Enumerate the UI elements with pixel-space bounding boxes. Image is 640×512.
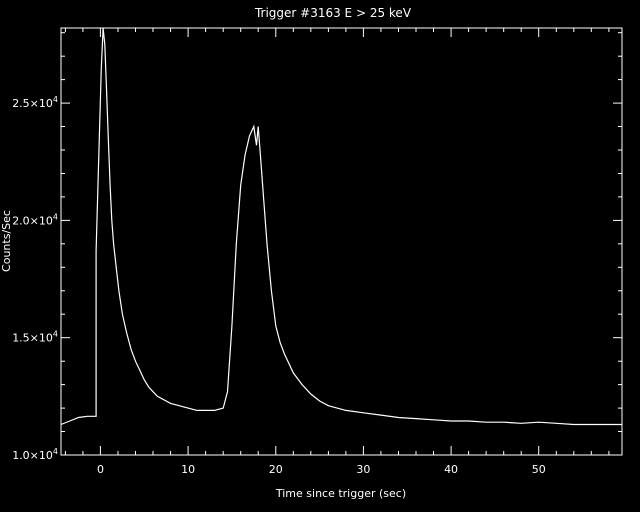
chart-title: Trigger #3163 E > 25 keV [254,6,412,20]
y-tick-label: 1.0×104 [12,447,58,462]
y-tick-label: 2.5×104 [12,95,58,110]
x-tick-label: 0 [97,463,104,476]
y-axis-label: Counts/Sec [0,210,13,272]
x-axis: 0 10 20 30 40 50 [64,28,610,476]
x-tick-label: 20 [269,463,283,476]
y-axis: 1.0×104 1.5×104 2.0×104 2.5×104 [12,32,622,462]
x-axis-label: Time since trigger (sec) [275,487,406,500]
x-tick-label: 30 [356,463,370,476]
count-rate-series [60,27,622,426]
y-tick-label: 2.0×104 [12,212,58,227]
light-curve-chart: Trigger #3163 E > 25 keV 0 10 20 30 40 50 1.0… [0,6,623,500]
x-tick-label: 40 [444,463,458,476]
plot-frame [60,27,623,456]
x-tick-label: 50 [532,463,546,476]
x-tick-label: 10 [181,463,195,476]
y-tick-label: 1.5×104 [12,330,58,345]
